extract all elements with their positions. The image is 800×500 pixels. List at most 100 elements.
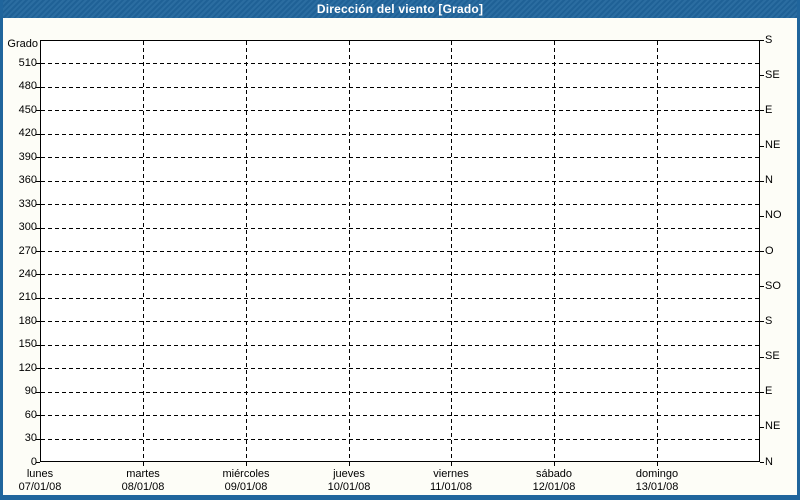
y-tick-label: 390 bbox=[18, 151, 37, 163]
y-tick-mark bbox=[36, 345, 40, 346]
compass-label: S bbox=[765, 34, 773, 46]
v-gridline bbox=[554, 41, 555, 461]
y-tick-mark bbox=[36, 134, 40, 135]
y-tick-mark bbox=[36, 110, 40, 111]
y-tick-label: 510 bbox=[18, 57, 37, 69]
compass-tick-mark bbox=[760, 216, 764, 217]
x-tick-mark bbox=[349, 462, 350, 466]
compass-label: N bbox=[765, 456, 773, 468]
compass-tick-mark bbox=[760, 286, 764, 287]
compass-tick-mark bbox=[760, 427, 764, 428]
y-tick-label: 450 bbox=[18, 104, 37, 116]
y-tick-label: 210 bbox=[18, 291, 37, 303]
h-gridline bbox=[41, 204, 759, 205]
frame-border-bottom bbox=[0, 495, 800, 500]
compass-label: SE bbox=[765, 350, 780, 362]
h-gridline bbox=[41, 439, 759, 440]
h-gridline bbox=[41, 251, 759, 252]
v-gridline bbox=[657, 41, 658, 461]
compass-tick-mark bbox=[760, 251, 764, 252]
date-label: 10/01/08 bbox=[327, 481, 371, 493]
y-tick-mark bbox=[36, 439, 40, 440]
y-tick-label: 330 bbox=[18, 198, 37, 210]
compass-label: NE bbox=[765, 139, 781, 151]
chart-title: Dirección del viento [Grado] bbox=[316, 2, 484, 16]
y-tick-label: 180 bbox=[18, 315, 37, 327]
day-label: sábado bbox=[535, 468, 573, 480]
date-label: 13/01/08 bbox=[635, 481, 679, 493]
compass-tick-mark bbox=[760, 40, 764, 41]
y-tick-label: 150 bbox=[18, 338, 37, 350]
y-tick-mark bbox=[36, 181, 40, 182]
y-tick-label: 240 bbox=[18, 268, 37, 280]
compass-label: NE bbox=[765, 420, 781, 432]
x-tick-mark bbox=[246, 462, 247, 466]
h-gridline bbox=[41, 321, 759, 322]
compass-label: SE bbox=[765, 69, 780, 81]
y-tick-mark bbox=[36, 157, 40, 158]
h-gridline bbox=[41, 392, 759, 393]
day-label: miércoles bbox=[222, 468, 270, 480]
compass-label: SO bbox=[765, 280, 781, 292]
y-tick-mark bbox=[36, 415, 40, 416]
h-gridline bbox=[41, 181, 759, 182]
compass-label: E bbox=[765, 385, 773, 397]
y-tick-label: 30 bbox=[24, 432, 37, 444]
y-tick-mark bbox=[36, 368, 40, 369]
day-label: domingo bbox=[635, 468, 679, 480]
compass-label: O bbox=[765, 245, 774, 257]
x-tick-mark bbox=[451, 462, 452, 466]
title-bar: Dirección del viento [Grado] bbox=[0, 0, 800, 18]
y-tick-mark bbox=[36, 251, 40, 252]
v-gridline bbox=[143, 41, 144, 461]
y-tick-label: 300 bbox=[18, 221, 37, 233]
compass-label: E bbox=[765, 104, 773, 116]
y-tick-mark bbox=[36, 87, 40, 88]
y-tick-label: 360 bbox=[18, 174, 37, 186]
h-gridline bbox=[41, 63, 759, 64]
date-label: 12/01/08 bbox=[532, 481, 576, 493]
day-label: lunes bbox=[26, 468, 54, 480]
date-label: 07/01/08 bbox=[18, 481, 62, 493]
date-label: 11/01/08 bbox=[429, 481, 473, 493]
y-tick-label: 120 bbox=[18, 362, 37, 374]
h-gridline bbox=[41, 134, 759, 135]
y-tick-label: 90 bbox=[24, 385, 37, 397]
h-gridline bbox=[41, 87, 759, 88]
y-tick-label: 420 bbox=[18, 127, 37, 139]
compass-tick-mark bbox=[760, 392, 764, 393]
y-tick-mark bbox=[36, 321, 40, 322]
compass-label: S bbox=[765, 315, 773, 327]
compass-tick-mark bbox=[760, 110, 764, 111]
x-tick-mark bbox=[143, 462, 144, 466]
y-tick-mark bbox=[36, 274, 40, 275]
compass-label: NO bbox=[765, 209, 782, 221]
day-label: jueves bbox=[333, 468, 365, 480]
y-tick-label: 270 bbox=[18, 245, 37, 257]
h-gridline bbox=[41, 157, 759, 158]
compass-label: N bbox=[765, 174, 773, 186]
wind-direction-chart-window: Dirección del viento [Grado] Grado 0 30 60… bbox=[0, 0, 800, 500]
y-tick-mark bbox=[36, 462, 40, 463]
y-axis-unit-label: Grado bbox=[7, 38, 38, 50]
h-gridline bbox=[41, 368, 759, 369]
day-label: viernes bbox=[433, 468, 469, 480]
v-gridline bbox=[246, 41, 247, 461]
date-label: 09/01/08 bbox=[224, 481, 268, 493]
y-tick-mark bbox=[36, 204, 40, 205]
h-gridline bbox=[41, 345, 759, 346]
compass-tick-mark bbox=[760, 462, 764, 463]
date-label: 08/01/08 bbox=[121, 481, 165, 493]
day-label: martes bbox=[126, 468, 160, 480]
y-tick-label: 60 bbox=[24, 409, 37, 421]
v-gridline bbox=[451, 41, 452, 461]
h-gridline bbox=[41, 415, 759, 416]
y-tick-mark bbox=[36, 228, 40, 229]
frame-border-left bbox=[0, 0, 3, 500]
y-tick-mark bbox=[36, 298, 40, 299]
h-gridline bbox=[41, 274, 759, 275]
compass-tick-mark bbox=[760, 321, 764, 322]
h-gridline bbox=[41, 228, 759, 229]
compass-tick-mark bbox=[760, 181, 764, 182]
v-gridline bbox=[349, 41, 350, 461]
